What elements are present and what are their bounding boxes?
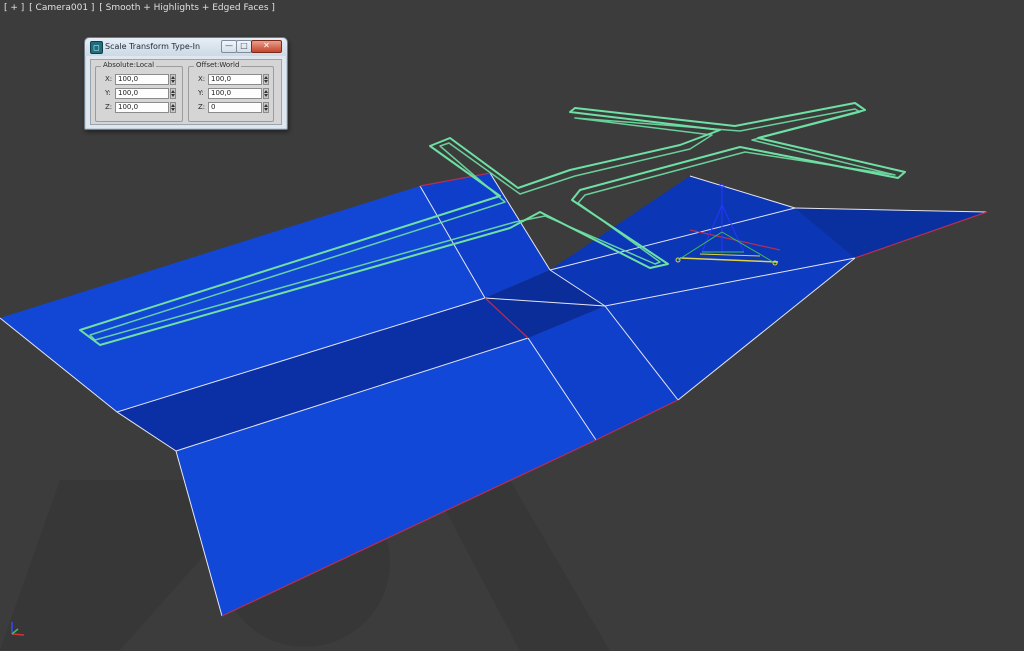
absolute-y-input[interactable]: 100,0 xyxy=(115,88,169,99)
offset-z-input[interactable]: 0 xyxy=(208,102,262,113)
spinner-up-icon xyxy=(171,104,175,107)
viewport-label[interactable]: [ + ] [ Camera001 ] [ Smooth + Highlight… xyxy=(4,3,277,13)
spinner-up-icon xyxy=(264,104,268,107)
offset-y-label: Y: xyxy=(198,89,204,97)
offset-x-label: X: xyxy=(198,75,206,83)
spinner-down-icon xyxy=(171,94,175,97)
app-icon: ◻ xyxy=(90,41,103,54)
dialog-body: Absolute:Local X: 100,0 Y: 100,0 Z: 100,… xyxy=(90,59,282,125)
viewport-shading-menu[interactable]: [ Smooth + Highlights + Edged Faces ] xyxy=(99,3,275,13)
close-button[interactable]: ✕ xyxy=(251,40,282,53)
offset-world-title: Offset:World xyxy=(194,61,242,69)
spinner-down-icon xyxy=(171,108,175,111)
offset-z-label: Z: xyxy=(198,103,206,111)
offset-z-spinner[interactable] xyxy=(263,102,269,113)
spinner-down-icon xyxy=(264,94,268,97)
viewport-menu-plus[interactable]: [ + ] xyxy=(4,3,24,13)
offset-world-group: Offset:World X: 100,0 Y: 100,0 Z: 0 xyxy=(188,61,274,122)
absolute-z-spinner[interactable] xyxy=(170,102,176,113)
offset-x-row: X: 100,0 xyxy=(189,74,273,85)
absolute-z-label: Z: xyxy=(105,103,113,111)
absolute-y-row: Y: 100,0 xyxy=(96,88,182,99)
scale-transform-dialog[interactable]: ◻ Scale Transform Type-In — □ ✕ Absolute… xyxy=(84,37,288,130)
spinner-up-icon xyxy=(171,76,175,79)
absolute-local-group: Absolute:Local X: 100,0 Y: 100,0 Z: 100,… xyxy=(95,61,183,122)
spinner-up-icon xyxy=(171,90,175,93)
dialog-title: Scale Transform Type-In xyxy=(105,42,201,51)
offset-y-spinner[interactable] xyxy=(263,88,269,99)
absolute-x-row: X: 100,0 xyxy=(96,74,182,85)
offset-z-row: Z: 0 xyxy=(189,102,273,113)
spinner-down-icon xyxy=(264,80,268,83)
viewport-camera-menu[interactable]: [ Camera001 ] xyxy=(29,3,94,13)
offset-y-input[interactable]: 100,0 xyxy=(208,88,262,99)
absolute-x-input[interactable]: 100,0 xyxy=(115,74,169,85)
absolute-x-spinner[interactable] xyxy=(170,74,176,85)
absolute-y-spinner[interactable] xyxy=(170,88,176,99)
spinner-up-icon xyxy=(264,76,268,79)
absolute-z-input[interactable]: 100,0 xyxy=(115,102,169,113)
offset-x-input[interactable]: 100,0 xyxy=(208,74,262,85)
axis-tripod-icon xyxy=(11,622,25,636)
absolute-x-label: X: xyxy=(105,75,113,83)
offset-y-row: Y: 100,0 xyxy=(189,88,273,99)
spinner-up-icon xyxy=(264,90,268,93)
absolute-local-title: Absolute:Local xyxy=(101,61,157,69)
dialog-titlebar[interactable]: ◻ Scale Transform Type-In — □ ✕ xyxy=(85,38,287,56)
spinner-down-icon xyxy=(264,108,268,111)
spinner-down-icon xyxy=(171,80,175,83)
absolute-z-row: Z: 100,0 xyxy=(96,102,182,113)
minimize-button[interactable]: — xyxy=(221,40,237,53)
offset-x-spinner[interactable] xyxy=(263,74,269,85)
absolute-y-label: Y: xyxy=(105,89,111,97)
maximize-button[interactable]: □ xyxy=(236,40,252,53)
